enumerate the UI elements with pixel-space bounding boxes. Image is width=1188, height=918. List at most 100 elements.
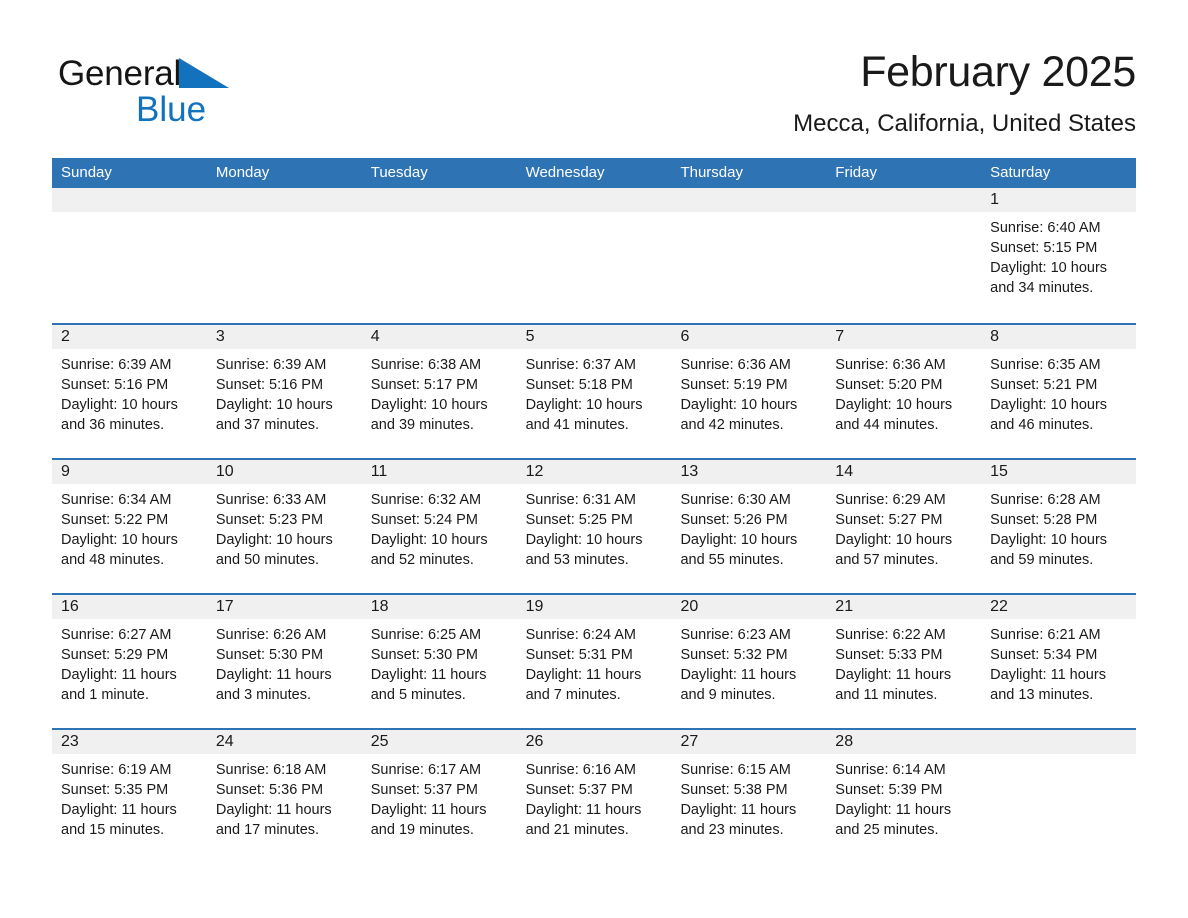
day-number-band	[52, 188, 207, 212]
sunrise-text: Sunrise: 6:21 AM	[990, 627, 1101, 643]
calendar-day-cell[interactable]: 7 Sunrise: 6:36 AM Sunset: 5:20 PM Daylight…	[826, 325, 982, 458]
logo-line-two: Blue	[58, 90, 318, 130]
day-sun-info: Sunrise: 6:37 AM Sunset: 5:18 PM Daylight:…	[517, 349, 672, 435]
calendar-day-cell[interactable]: 24 Sunrise: 6:18 AM Sunset: 5:36 PM Dayligh…	[206, 730, 362, 863]
calendar-day-cell[interactable]: 21 Sunrise: 6:22 AM Sunset: 5:33 PM Dayligh…	[826, 595, 982, 728]
weekday-header-monday: Monday	[215, 164, 270, 181]
day-number-band: 5	[516, 325, 672, 349]
day-number-band: 12	[516, 460, 672, 484]
day-number: 4	[370, 328, 380, 345]
calendar-day-cell[interactable]: 23 Sunrise: 6:19 AM Sunset: 5:35 PM Dayligh…	[52, 730, 207, 863]
day-number-band: 20	[671, 595, 827, 619]
day-number: 24	[215, 733, 234, 750]
generalblue-logo[interactable]: General Blue	[58, 52, 318, 138]
sunset-text: Sunset: 5:30 PM	[215, 647, 324, 663]
calendar-day-cell[interactable]: 22 Sunrise: 6:21 AM Sunset: 5:34 PM Dayligh…	[981, 595, 1137, 728]
calendar-week-row: 9 Sunrise: 6:34 AM Sunset: 5:22 PM Daylight…	[52, 458, 1137, 593]
daylight-text: Daylight: 10 hours and 46 minutes.	[990, 397, 1108, 433]
calendar-day-cell[interactable]: 1 Sunrise: 6:40 AM Sunset: 5:15 PM Daylight…	[981, 188, 1137, 323]
calendar-day-cell[interactable]: 19 Sunrise: 6:24 AM Sunset: 5:31 PM Dayligh…	[516, 595, 672, 728]
sunrise-text: Sunrise: 6:23 AM	[680, 627, 791, 643]
day-sun-info: Sunrise: 6:15 AM Sunset: 5:38 PM Daylight:…	[671, 754, 826, 840]
calendar-day-cell[interactable]: 17 Sunrise: 6:26 AM Sunset: 5:30 PM Dayligh…	[206, 595, 362, 728]
sunrise-text: Sunrise: 6:36 AM	[680, 357, 791, 373]
sunrise-text: Sunrise: 6:36 AM	[835, 357, 946, 373]
daylight-text: Daylight: 11 hours and 21 minutes.	[525, 802, 642, 838]
calendar-day-cell[interactable]: 13 Sunrise: 6:30 AM Sunset: 5:26 PM Dayligh…	[671, 460, 827, 593]
day-sun-info: Sunrise: 6:17 AM Sunset: 5:37 PM Daylight:…	[362, 754, 517, 840]
calendar-day-cell[interactable]: 25 Sunrise: 6:17 AM Sunset: 5:37 PM Dayligh…	[361, 730, 517, 863]
sunrise-text: Sunrise: 6:27 AM	[61, 627, 172, 643]
calendar-day-cell[interactable]: 26 Sunrise: 6:16 AM Sunset: 5:37 PM Dayligh…	[516, 730, 672, 863]
weekday-header-sunday: Sunday	[61, 164, 112, 181]
calendar-day-cell-empty	[671, 188, 827, 323]
day-sun-info: Sunrise: 6:19 AM Sunset: 5:35 PM Daylight:…	[52, 754, 207, 840]
sunset-text: Sunset: 5:25 PM	[525, 512, 633, 528]
day-sun-info: Sunrise: 6:36 AM Sunset: 5:20 PM Daylight:…	[826, 349, 981, 435]
sunrise-text: Sunrise: 6:25 AM	[370, 627, 482, 643]
sunset-text: Sunset: 5:22 PM	[61, 512, 169, 528]
sunset-text: Sunset: 5:15 PM	[990, 240, 1098, 256]
day-number-band: 8	[981, 325, 1137, 349]
day-sun-info: Sunrise: 6:27 AM Sunset: 5:29 PM Daylight:…	[52, 619, 207, 705]
sunrise-text: Sunrise: 6:15 AM	[680, 762, 791, 778]
day-number-band: 1	[981, 188, 1137, 212]
day-number: 21	[835, 598, 854, 615]
sunset-text: Sunset: 5:30 PM	[370, 647, 478, 663]
calendar-day-cell[interactable]: 20 Sunrise: 6:23 AM Sunset: 5:32 PM Dayligh…	[671, 595, 827, 728]
calendar-day-cell[interactable]: 9 Sunrise: 6:34 AM Sunset: 5:22 PM Daylight…	[52, 460, 207, 593]
day-number-band	[671, 188, 827, 212]
calendar-day-cell[interactable]: 2 Sunrise: 6:39 AM Sunset: 5:16 PM Daylight…	[52, 325, 207, 458]
calendar-day-cell[interactable]: 12 Sunrise: 6:31 AM Sunset: 5:25 PM Dayligh…	[516, 460, 672, 593]
page-header: General Blue February 2025 Mecca, Califo…	[52, 40, 1136, 150]
sunrise-text: Sunrise: 6:38 AM	[370, 357, 482, 373]
calendar-day-cell[interactable]: 6 Sunrise: 6:36 AM Sunset: 5:19 PM Daylight…	[671, 325, 827, 458]
calendar-day-cell[interactable]: 18 Sunrise: 6:25 AM Sunset: 5:30 PM Dayligh…	[361, 595, 517, 728]
day-sun-info: Sunrise: 6:38 AM Sunset: 5:17 PM Daylight:…	[362, 349, 517, 435]
calendar-day-cell[interactable]: 14 Sunrise: 6:29 AM Sunset: 5:27 PM Dayligh…	[826, 460, 982, 593]
day-sun-info: Sunrise: 6:18 AM Sunset: 5:36 PM Daylight:…	[207, 754, 362, 840]
sunset-text: Sunset: 5:33 PM	[835, 647, 943, 663]
daylight-text: Daylight: 10 hours and 59 minutes.	[990, 532, 1108, 568]
daylight-text: Daylight: 10 hours and 39 minutes.	[370, 397, 488, 433]
day-sun-info: Sunrise: 6:14 AM Sunset: 5:39 PM Daylight:…	[826, 754, 981, 840]
calendar-day-cell[interactable]: 27 Sunrise: 6:15 AM Sunset: 5:38 PM Dayligh…	[671, 730, 827, 863]
calendar-week-row: 2 Sunrise: 6:39 AM Sunset: 5:16 PM Daylight…	[52, 323, 1137, 458]
calendar-day-cell-empty	[206, 188, 362, 323]
sunrise-text: Sunrise: 6:32 AM	[370, 492, 482, 508]
sunset-text: Sunset: 5:24 PM	[370, 512, 478, 528]
day-number-band: 21	[826, 595, 982, 619]
calendar-week-row: 16 Sunrise: 6:27 AM Sunset: 5:29 PM Dayligh…	[52, 593, 1137, 728]
calendar-day-cell[interactable]: 5 Sunrise: 6:37 AM Sunset: 5:18 PM Daylight…	[516, 325, 672, 458]
sunset-text: Sunset: 5:37 PM	[370, 782, 478, 798]
day-number-band: 23	[52, 730, 207, 754]
daylight-text: Daylight: 10 hours and 57 minutes.	[835, 532, 953, 568]
calendar-day-cell[interactable]: 16 Sunrise: 6:27 AM Sunset: 5:29 PM Dayligh…	[52, 595, 207, 728]
day-number-band: 13	[671, 460, 827, 484]
sunset-text: Sunset: 5:31 PM	[525, 647, 633, 663]
sunrise-text: Sunrise: 6:30 AM	[680, 492, 791, 508]
calendar-day-cell-empty	[52, 188, 207, 323]
calendar-day-cell[interactable]: 8 Sunrise: 6:35 AM Sunset: 5:21 PM Daylight…	[981, 325, 1137, 458]
daylight-text: Daylight: 11 hours and 23 minutes.	[680, 802, 797, 838]
day-number: 2	[61, 328, 70, 345]
day-number: 22	[990, 598, 1008, 615]
day-number: 14	[835, 463, 854, 480]
day-number-band	[206, 188, 362, 212]
day-number: 10	[215, 463, 234, 480]
sunrise-text: Sunrise: 6:31 AM	[525, 492, 636, 508]
sunset-text: Sunset: 5:21 PM	[990, 377, 1098, 393]
calendar-day-cell[interactable]: 4 Sunrise: 6:38 AM Sunset: 5:17 PM Daylight…	[361, 325, 517, 458]
calendar-day-cell[interactable]: 15 Sunrise: 6:28 AM Sunset: 5:28 PM Dayligh…	[981, 460, 1137, 593]
calendar-day-cell[interactable]: 10 Sunrise: 6:33 AM Sunset: 5:23 PM Dayligh…	[206, 460, 362, 593]
day-number: 27	[680, 733, 699, 750]
sunrise-text: Sunrise: 6:19 AM	[61, 762, 172, 778]
day-number-band: 6	[671, 325, 827, 349]
sunrise-text: Sunrise: 6:35 AM	[990, 357, 1101, 373]
sunrise-text: Sunrise: 6:26 AM	[215, 627, 327, 643]
calendar-day-cell[interactable]: 28 Sunrise: 6:14 AM Sunset: 5:39 PM Dayligh…	[826, 730, 982, 863]
calendar-day-cell[interactable]: 3 Sunrise: 6:39 AM Sunset: 5:16 PM Daylight…	[206, 325, 362, 458]
calendar-day-cell[interactable]: 11 Sunrise: 6:32 AM Sunset: 5:24 PM Dayligh…	[361, 460, 517, 593]
sunset-text: Sunset: 5:27 PM	[835, 512, 943, 528]
day-sun-info: Sunrise: 6:33 AM Sunset: 5:23 PM Daylight:…	[207, 484, 362, 570]
